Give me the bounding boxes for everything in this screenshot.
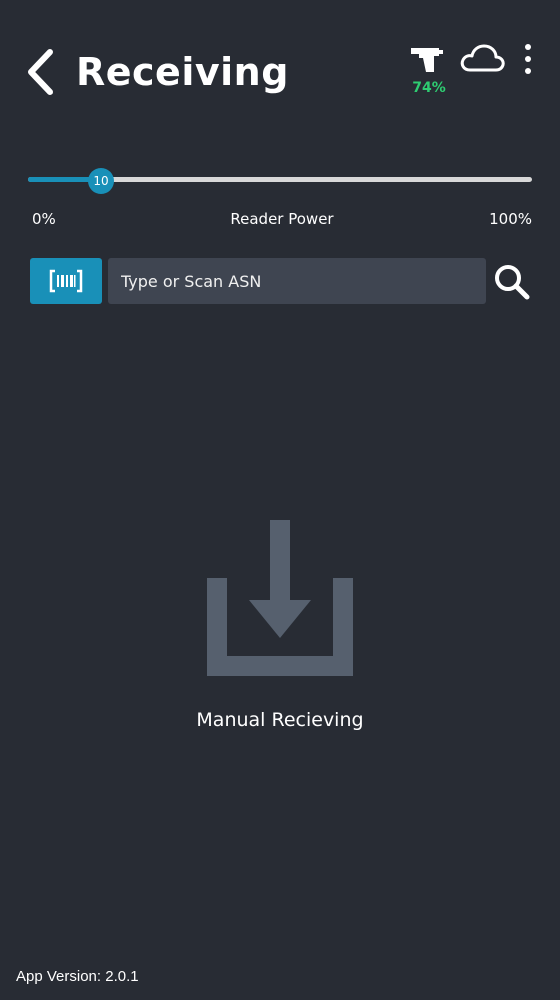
- page-title: Receiving: [76, 50, 289, 94]
- search-button[interactable]: [492, 262, 532, 302]
- back-button[interactable]: [22, 46, 62, 98]
- asn-search-input[interactable]: [108, 258, 486, 304]
- cloud-sync-button[interactable]: [458, 42, 506, 78]
- more-vertical-icon: [525, 44, 531, 50]
- manual-receiving-button[interactable]: Manual Recieving: [150, 515, 410, 740]
- app-version: App Version: 2.0.1: [16, 968, 139, 985]
- manual-receiving-label: Manual Recieving: [196, 709, 364, 731]
- slider-max-label: 100%: [489, 210, 532, 228]
- reader-power-slider[interactable]: 10: [28, 165, 532, 195]
- more-vertical-icon-dot: [525, 56, 531, 62]
- search-icon: [495, 265, 530, 300]
- more-menu-button[interactable]: [518, 42, 538, 78]
- slider-labels: Reader Power 0% 100%: [32, 210, 532, 230]
- slider-min-label: 0%: [32, 210, 56, 228]
- battery-level: 74%: [412, 80, 446, 96]
- rfid-reader-icon: [411, 48, 443, 72]
- reader-power-label: Reader Power: [230, 210, 334, 228]
- receiving-screen: Receiving 74% 10 Reader Power 0% 100% Ty…: [0, 0, 560, 1000]
- reader-status[interactable]: 74%: [404, 40, 454, 100]
- slider-thumb[interactable]: 10: [88, 168, 114, 194]
- barcode-icon: [49, 269, 83, 293]
- app-header: Receiving 74%: [0, 0, 560, 140]
- chevron-left-icon: [28, 49, 53, 95]
- more-vertical-icon-dot: [525, 68, 531, 74]
- barcode-scan-button[interactable]: [30, 258, 102, 304]
- cloud-icon: [460, 44, 505, 72]
- download-tray-icon: [207, 520, 353, 676]
